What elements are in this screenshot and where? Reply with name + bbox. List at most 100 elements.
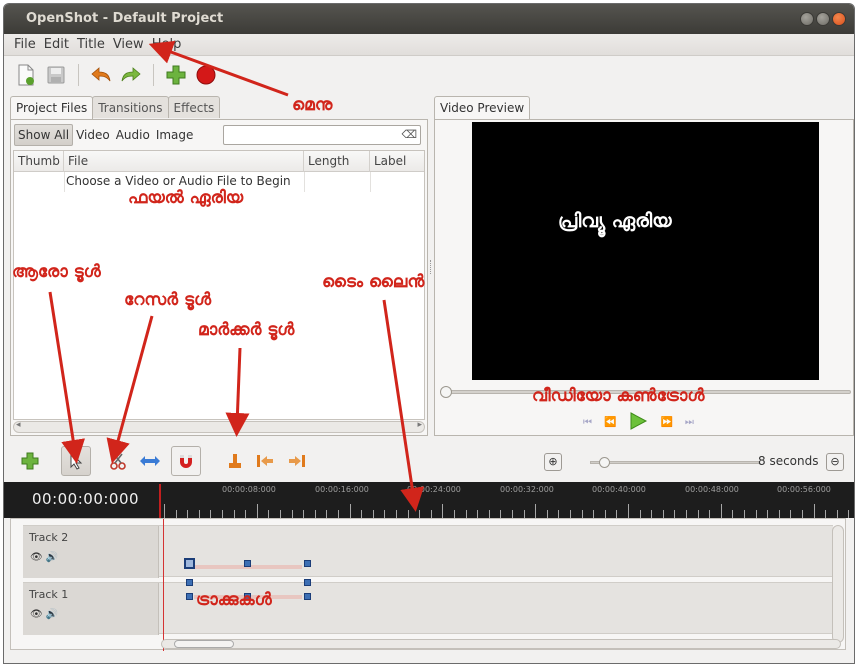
pane-splitter[interactable]: [430, 260, 432, 274]
ruler-tick: [813, 504, 815, 518]
jump-start-icon[interactable]: ⏮: [583, 417, 592, 428]
ruler-tick: [303, 510, 305, 518]
resize-handle[interactable]: [186, 579, 193, 586]
zoom-out-icon[interactable]: ⊖: [826, 453, 844, 471]
annotation-tracks: ട്രാക്കുകൾ: [196, 590, 272, 610]
video-screen: [472, 122, 819, 380]
resize-handle[interactable]: [184, 558, 195, 569]
ruler-tick: [384, 510, 386, 518]
ruler-tick: [709, 510, 711, 518]
record-icon[interactable]: [194, 63, 218, 87]
menu-file[interactable]: File: [10, 34, 40, 55]
razor-tool-button[interactable]: [104, 447, 132, 475]
annotation-menu: മെനു: [292, 95, 333, 115]
resize-handle[interactable]: [304, 560, 311, 567]
ruler-mark: 00:00:56:000: [777, 485, 831, 494]
scroll-thumb[interactable]: [174, 640, 234, 648]
ruler-tick: [570, 510, 571, 518]
add-track-icon[interactable]: [16, 447, 44, 475]
track-row[interactable]: Track 1 👁 🔊: [23, 582, 833, 635]
save-project-icon[interactable]: [44, 63, 68, 87]
redo-icon[interactable]: [119, 63, 143, 87]
column-divider: [64, 172, 65, 192]
col-file[interactable]: File: [64, 151, 304, 172]
annotation-preview-area: പ്രിവ്യൂ ഏരിയ: [558, 210, 672, 232]
track-visibility-audio-icons[interactable]: 👁 🔊: [30, 552, 58, 563]
scroll-left-icon[interactable]: ◂: [16, 420, 21, 430]
col-length[interactable]: Length: [304, 151, 370, 172]
import-files-icon[interactable]: [164, 63, 188, 87]
magnet-icon: [180, 455, 192, 468]
filter-video[interactable]: Video: [73, 125, 113, 145]
track-row[interactable]: Track 2 👁 🔊: [23, 525, 833, 578]
arrow-tool-button[interactable]: [61, 446, 91, 476]
ruler-tick: [430, 510, 432, 518]
ruler-tick: [407, 510, 409, 518]
clear-search-icon[interactable]: ⌫: [401, 128, 417, 141]
ruler-tick: [755, 510, 757, 518]
horizontal-scrollbar[interactable]: ◂ ▸: [13, 420, 425, 433]
previous-marker-button[interactable]: [251, 447, 279, 475]
ruler-tick: [256, 504, 258, 518]
next-marker-button[interactable]: [283, 447, 311, 475]
tab-video-preview[interactable]: Video Preview: [434, 96, 531, 120]
toolbar-separator: [153, 64, 154, 86]
previous-marker-icon: [257, 455, 273, 467]
menu-view[interactable]: View: [109, 34, 148, 55]
resize-handle[interactable]: [244, 560, 251, 567]
tab-effects[interactable]: Effects: [167, 96, 221, 118]
menu-title[interactable]: Title: [73, 34, 109, 55]
ruler-tick: [361, 510, 363, 518]
zoom-slider[interactable]: [590, 457, 760, 468]
zoom-knob[interactable]: [599, 457, 610, 468]
filter-audio[interactable]: Audio: [113, 125, 153, 145]
minimize-button[interactable]: [800, 12, 814, 26]
timeline-ruler[interactable]: 00:00:00:000 00:00:08:000 00:00:16:000 0…: [4, 482, 854, 518]
menu-edit[interactable]: Edit: [40, 34, 73, 55]
col-label[interactable]: Label: [370, 151, 426, 172]
ruler-tick: [535, 504, 537, 518]
zoom-label: 8 seconds: [758, 454, 819, 468]
playhead-marker[interactable]: [159, 484, 161, 518]
new-project-icon[interactable]: [14, 63, 38, 87]
jump-end-icon[interactable]: ⏭: [685, 417, 694, 428]
ruler-tick: [268, 510, 270, 518]
ruler-tick: [233, 510, 235, 518]
track-visibility-audio-icons[interactable]: 👁 🔊: [30, 609, 58, 620]
tab-transitions[interactable]: Transitions: [92, 96, 169, 118]
window-title: OpenShot - Default Project: [26, 11, 224, 26]
filter-image[interactable]: Image: [153, 125, 197, 145]
resize-handle[interactable]: [186, 593, 193, 600]
marker-tool-button[interactable]: [221, 447, 249, 475]
ruler-tick: [778, 510, 780, 518]
rewind-icon[interactable]: ⏪: [604, 417, 616, 428]
ruler-tick: [372, 510, 374, 518]
ruler-tick: [593, 510, 595, 518]
ruler-tick: [767, 510, 769, 518]
resize-handle[interactable]: [304, 593, 311, 600]
resize-tool-button[interactable]: [136, 447, 164, 475]
ruler-tick: [338, 510, 339, 518]
tab-project-files[interactable]: Project Files: [10, 96, 94, 120]
filter-show-all[interactable]: Show All: [14, 124, 74, 146]
menu-help[interactable]: Help: [148, 34, 186, 55]
scroll-right-icon[interactable]: ▸: [417, 420, 422, 430]
ruler-mark: 00:00:16:000: [315, 485, 369, 494]
maximize-button[interactable]: [816, 12, 830, 26]
zoom-in-icon[interactable]: ⊕: [544, 453, 562, 471]
fast-forward-icon[interactable]: ⏩: [660, 417, 672, 428]
zoom-control: ⊕ 8 seconds ⊖: [544, 453, 844, 473]
resize-arrows-icon: [140, 456, 160, 466]
tracks-horizontal-scrollbar[interactable]: [161, 639, 841, 649]
play-icon[interactable]: [628, 411, 648, 434]
resize-handle[interactable]: [304, 579, 311, 586]
seek-knob[interactable]: [440, 386, 452, 398]
close-button[interactable]: [832, 12, 846, 26]
col-thumb[interactable]: Thumb: [14, 151, 64, 172]
search-input[interactable]: ⌫: [223, 125, 421, 145]
tracks-vertical-scrollbar[interactable]: [832, 525, 844, 643]
ruler-tick: [465, 510, 467, 518]
ruler-tick: [419, 510, 421, 518]
undo-icon[interactable]: [89, 63, 113, 87]
snapping-toggle[interactable]: [171, 446, 201, 476]
